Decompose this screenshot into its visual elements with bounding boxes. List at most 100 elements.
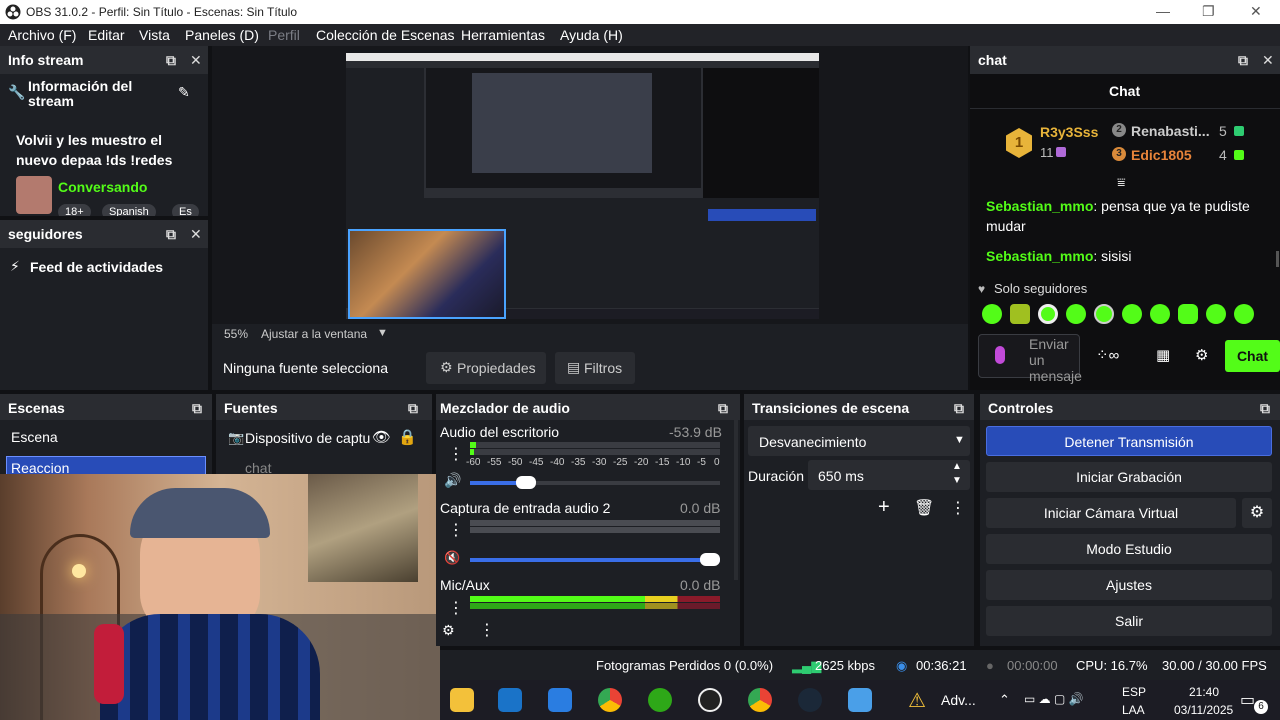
menu-ayuda[interactable]: Ayuda (H) <box>560 27 623 43</box>
leader-name[interactable]: R3y3Sss <box>1040 124 1098 140</box>
source-item[interactable]: Dispositivo de captu <box>245 430 370 446</box>
clock-time[interactable]: 21:40 <box>1189 685 1219 699</box>
emote-icon[interactable] <box>1066 304 1086 324</box>
filters-button[interactable]: ▤ Filtros <box>555 352 635 384</box>
menu-vista[interactable]: Vista <box>139 27 170 43</box>
pinned-toggle-icon[interactable]: ⩸ <box>1117 174 1126 191</box>
exit-button[interactable]: Salir <box>986 606 1272 636</box>
speaker-icon[interactable]: 🔊 <box>444 472 461 489</box>
store-app-icon[interactable] <box>548 688 572 712</box>
utorrent-icon[interactable] <box>648 688 672 712</box>
close-icon[interactable]: ✕ <box>1250 3 1262 20</box>
chat-username[interactable]: Sebastian_mmo <box>986 248 1093 264</box>
filter-icon: ▤ <box>567 359 581 375</box>
menu-archivo[interactable]: Archivo (F) <box>8 27 76 43</box>
spin-down-icon[interactable]: ▼ <box>952 475 962 486</box>
float-dock-icon[interactable]: ⧉ <box>1238 52 1248 69</box>
start-virtual-camera-button[interactable]: Iniciar Cámara Virtual <box>986 498 1236 528</box>
transition-select[interactable]: Desvanecimiento ▼ <box>748 426 970 456</box>
float-dock-icon[interactable]: ⧉ <box>408 400 418 417</box>
tray-icons[interactable]: ▭ ☁ ▢ 🔊 <box>1024 692 1084 706</box>
chat-input[interactable]: Enviar un mensaje <box>978 334 1082 384</box>
warning-icon[interactable]: ⚠ <box>908 688 926 713</box>
chat-username[interactable]: Sebastian_mmo <box>986 198 1093 214</box>
category-name[interactable]: Conversando <box>58 179 147 195</box>
mixer-menu-icon[interactable]: ⋮ <box>479 620 495 640</box>
chat-send-button[interactable]: Chat <box>1225 340 1280 372</box>
float-dock-icon[interactable]: ⧉ <box>718 400 728 417</box>
lock-icon[interactable]: 🔒 <box>398 428 417 446</box>
minimize-icon[interactable]: — <box>1156 3 1170 19</box>
virtual-camera-settings-icon[interactable]: ⚙ <box>1242 498 1272 528</box>
emote-icon[interactable] <box>1010 304 1030 324</box>
emote-icon[interactable] <box>1094 304 1114 324</box>
duration-spinbox[interactable]: 650 ms ▲ ▼ <box>808 460 970 490</box>
emote-icon[interactable] <box>1038 304 1058 324</box>
add-transition-icon[interactable]: + <box>878 496 890 519</box>
mic-icon[interactable] <box>995 346 1005 364</box>
close-dock-icon[interactable]: ✕ <box>190 52 202 69</box>
scene-item[interactable]: Escena <box>11 429 58 445</box>
stop-streaming-button[interactable]: Detener Transmisión <box>986 426 1272 456</box>
start-recording-button[interactable]: Iniciar Grabación <box>986 462 1272 492</box>
zoom-bar: 55% Ajustar a la ventana ▼ <box>212 324 968 344</box>
menu-paneles[interactable]: Paneles (D) <box>185 27 259 43</box>
channel-menu-icon[interactable]: ⋮ <box>448 598 464 618</box>
preview-canvas[interactable] <box>346 53 819 319</box>
chat-scrollbar[interactable] <box>1276 251 1279 267</box>
edit-pencil-icon[interactable]: ✎ <box>178 84 190 101</box>
emote-icon[interactable] <box>982 304 1002 324</box>
menu-perfil[interactable]: Perfil <box>268 27 300 43</box>
float-dock-icon[interactable]: ⧉ <box>166 226 176 243</box>
trash-icon[interactable]: 🗑 <box>914 498 934 518</box>
language-code[interactable]: ESP <box>1122 685 1146 699</box>
chrome-icon[interactable] <box>598 688 622 712</box>
steam-icon[interactable] <box>798 688 822 712</box>
emote-icon[interactable] <box>1178 304 1198 324</box>
emote-icon[interactable] <box>1150 304 1170 324</box>
spin-up-icon[interactable]: ▲ <box>952 461 962 472</box>
eye-icon[interactable]: 👁 <box>372 428 391 446</box>
maximize-icon[interactable]: ❐ <box>1202 3 1215 20</box>
channel-menu-icon[interactable]: ⋮ <box>448 444 464 464</box>
studio-mode-button[interactable]: Modo Estudio <box>986 534 1272 564</box>
tray-chevron-icon[interactable]: ⌃ <box>999 692 1010 708</box>
notifications-icon[interactable]: ▭ <box>1240 690 1255 710</box>
mixer-settings-icon[interactable]: ⚙ <box>442 622 455 639</box>
mixer-scrollbar[interactable] <box>734 420 738 580</box>
menu-coleccion[interactable]: Colección de Escenas <box>316 27 455 43</box>
chrome-profile-icon[interactable] <box>748 688 772 712</box>
emote-icon[interactable] <box>1234 304 1254 324</box>
float-dock-icon[interactable]: ⧉ <box>166 52 176 69</box>
properties-button[interactable]: ⚙ Propiedades <box>426 352 546 384</box>
channel-menu-icon[interactable]: ⋮ <box>448 520 464 540</box>
muted-speaker-icon[interactable]: 🔇 <box>444 550 460 566</box>
float-dock-icon[interactable]: ⧉ <box>192 400 202 417</box>
store-icon[interactable]: ▦ <box>1156 346 1170 364</box>
chevron-down-icon[interactable]: ▼ <box>377 327 388 339</box>
leader-name[interactable]: Edic1805 <box>1131 147 1192 163</box>
emote-icon[interactable] <box>1206 304 1226 324</box>
menu-herramientas[interactable]: Herramientas <box>461 27 545 43</box>
close-dock-icon[interactable]: ✕ <box>190 226 202 243</box>
controls-dock-header: Controles ⧉ <box>980 394 1280 420</box>
rec-icon: ● <box>986 658 994 673</box>
settings-gear-icon[interactable]: ⚙ <box>1195 346 1208 364</box>
outlook-icon[interactable] <box>498 688 522 712</box>
zoom-mode[interactable]: Ajustar a la ventana <box>261 327 367 341</box>
volume-slider[interactable] <box>470 553 720 566</box>
file-explorer-icon[interactable] <box>450 688 474 712</box>
volume-slider[interactable] <box>470 476 720 489</box>
infinity-icon[interactable]: ⁘∞ <box>1096 346 1119 364</box>
emote-icon[interactable] <box>1122 304 1142 324</box>
app-icon[interactable] <box>848 688 872 712</box>
obs-taskbar-icon[interactable] <box>698 688 722 712</box>
close-dock-icon[interactable]: ✕ <box>1262 52 1274 69</box>
taskbar-app-label[interactable]: Adv... <box>941 692 976 708</box>
transition-menu-icon[interactable]: ⋮ <box>950 498 966 518</box>
settings-button[interactable]: Ajustes <box>986 570 1272 600</box>
menu-editar[interactable]: Editar <box>88 27 125 43</box>
float-dock-icon[interactable]: ⧉ <box>954 400 964 417</box>
float-dock-icon[interactable]: ⧉ <box>1260 400 1270 417</box>
leader-name[interactable]: Renabasti... <box>1131 123 1210 139</box>
